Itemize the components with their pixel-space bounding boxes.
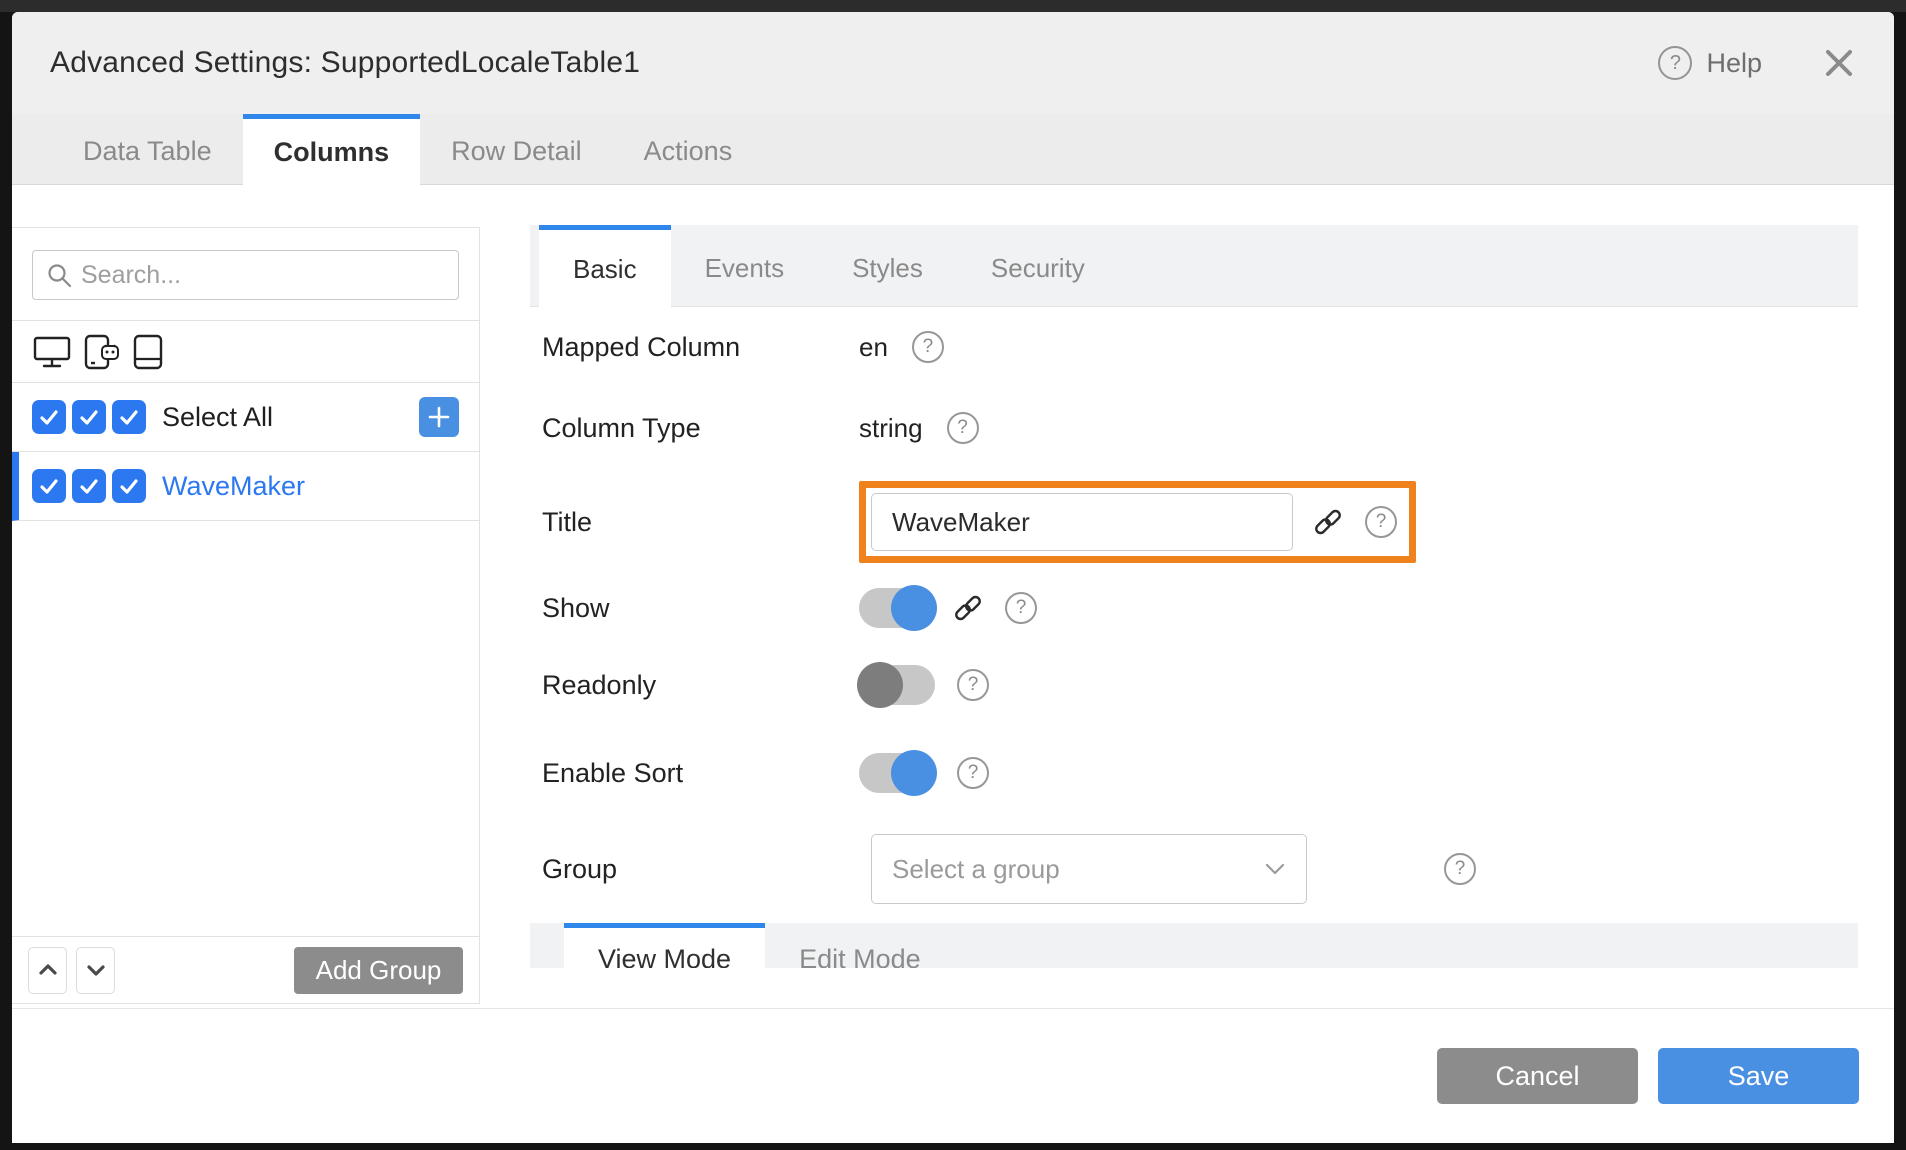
column-row-wavemaker[interactable]: WaveMaker bbox=[12, 452, 479, 521]
advanced-settings-dialog: Advanced Settings: SupportedLocaleTable1… bbox=[12, 12, 1894, 1143]
group-row: Group Select a group ? bbox=[542, 817, 1858, 921]
bind-chain-icon[interactable] bbox=[1311, 505, 1345, 539]
device-columns-header bbox=[12, 321, 479, 383]
help-icon[interactable]: ? bbox=[957, 669, 989, 701]
checkbox-mobile[interactable] bbox=[72, 469, 106, 503]
select-all-label: Select All bbox=[162, 402, 273, 433]
toggle-knob bbox=[891, 750, 937, 796]
bind-chain-icon[interactable] bbox=[951, 591, 985, 625]
help-icon[interactable]: ? bbox=[947, 412, 979, 444]
chevron-down-icon bbox=[1264, 862, 1286, 876]
detail-tab-bar: Basic Events Styles Security bbox=[530, 225, 1858, 307]
show-label: Show bbox=[542, 593, 859, 624]
backdrop-top-bar bbox=[0, 0, 1906, 12]
toggle-knob bbox=[857, 662, 903, 708]
tab-columns[interactable]: Columns bbox=[243, 114, 421, 186]
checkbox-mobile[interactable] bbox=[72, 400, 106, 434]
mapped-column-row: Mapped Column en ? bbox=[542, 307, 1858, 387]
readonly-label: Readonly bbox=[542, 670, 859, 701]
close-icon[interactable] bbox=[1822, 46, 1856, 80]
enable-sort-row: Enable Sort ? bbox=[542, 729, 1858, 817]
move-up-button[interactable] bbox=[28, 947, 67, 994]
group-select[interactable]: Select a group bbox=[871, 834, 1307, 904]
column-list-footer: Add Group bbox=[12, 936, 479, 1003]
mode-tab-bar: View Mode Edit Mode bbox=[530, 923, 1858, 968]
desktop-icon bbox=[32, 334, 72, 370]
help-label: Help bbox=[1706, 48, 1762, 79]
add-column-button[interactable] bbox=[419, 397, 459, 437]
title-label: Title bbox=[542, 507, 859, 538]
search-section bbox=[12, 228, 479, 321]
help-button[interactable]: ? Help bbox=[1658, 46, 1762, 80]
column-type-value: string bbox=[859, 413, 923, 444]
chevron-down-icon bbox=[84, 958, 108, 982]
add-group-button[interactable]: Add Group bbox=[294, 947, 463, 994]
columns-list-panel: Select All WaveMaker bbox=[12, 227, 480, 1004]
tab-row-detail[interactable]: Row Detail bbox=[420, 114, 613, 184]
tab-styles[interactable]: Styles bbox=[818, 225, 957, 306]
main-tab-bar: Data Table Columns Row Detail Actions bbox=[12, 114, 1894, 185]
group-select-placeholder: Select a group bbox=[892, 854, 1060, 885]
checkbox-tablet[interactable] bbox=[112, 469, 146, 503]
column-type-row: Column Type string ? bbox=[542, 387, 1858, 469]
question-circle-icon: ? bbox=[1658, 46, 1692, 80]
title-row: Title ? bbox=[542, 469, 1858, 575]
tablet-icon bbox=[130, 333, 166, 371]
help-icon[interactable]: ? bbox=[1444, 853, 1476, 885]
group-label: Group bbox=[542, 854, 859, 885]
help-icon[interactable]: ? bbox=[1005, 592, 1037, 624]
mapped-column-value: en bbox=[859, 332, 888, 363]
show-toggle[interactable] bbox=[859, 588, 935, 628]
tab-basic[interactable]: Basic bbox=[539, 225, 671, 308]
mapped-column-label: Mapped Column bbox=[542, 332, 859, 363]
readonly-toggle[interactable] bbox=[859, 665, 935, 705]
tab-actions[interactable]: Actions bbox=[613, 114, 764, 184]
panel-spacer bbox=[12, 521, 479, 936]
tab-events[interactable]: Events bbox=[671, 225, 819, 306]
column-detail-panel: Basic Events Styles Security Mapped Colu… bbox=[530, 225, 1858, 968]
show-row: Show ? bbox=[542, 575, 1858, 641]
readonly-row: Readonly ? bbox=[542, 641, 1858, 729]
select-all-row[interactable]: Select All bbox=[12, 383, 479, 452]
checkbox-tablet[interactable] bbox=[112, 400, 146, 434]
tab-view-mode[interactable]: View Mode bbox=[564, 923, 765, 968]
help-icon[interactable]: ? bbox=[957, 757, 989, 789]
tab-security[interactable]: Security bbox=[957, 225, 1119, 306]
enable-sort-toggle[interactable] bbox=[859, 753, 935, 793]
cancel-button[interactable]: Cancel bbox=[1437, 1048, 1638, 1104]
tab-edit-mode[interactable]: Edit Mode bbox=[765, 923, 955, 968]
save-button[interactable]: Save bbox=[1658, 1048, 1859, 1104]
basic-settings-form: Mapped Column en ? Column Type string ? … bbox=[530, 307, 1858, 921]
title-input[interactable] bbox=[871, 493, 1293, 551]
toggle-knob bbox=[891, 585, 937, 631]
checkbox-desktop[interactable] bbox=[32, 400, 66, 434]
title-highlight-box: ? bbox=[859, 481, 1416, 563]
mobile-icon bbox=[79, 333, 123, 371]
search-input[interactable] bbox=[32, 250, 459, 300]
tab-data-table[interactable]: Data Table bbox=[52, 114, 243, 184]
footer-divider bbox=[12, 1008, 1894, 1009]
move-down-button[interactable] bbox=[76, 947, 115, 994]
chevron-up-icon bbox=[36, 958, 60, 982]
checkbox-desktop[interactable] bbox=[32, 469, 66, 503]
dialog-title: Advanced Settings: SupportedLocaleTable1 bbox=[50, 46, 640, 80]
help-icon[interactable]: ? bbox=[1365, 506, 1397, 538]
enable-sort-label: Enable Sort bbox=[542, 758, 859, 789]
help-icon[interactable]: ? bbox=[912, 331, 944, 363]
search-icon bbox=[45, 261, 73, 289]
column-type-label: Column Type bbox=[542, 413, 859, 444]
column-label: WaveMaker bbox=[162, 471, 305, 502]
dialog-header: Advanced Settings: SupportedLocaleTable1… bbox=[12, 12, 1894, 114]
